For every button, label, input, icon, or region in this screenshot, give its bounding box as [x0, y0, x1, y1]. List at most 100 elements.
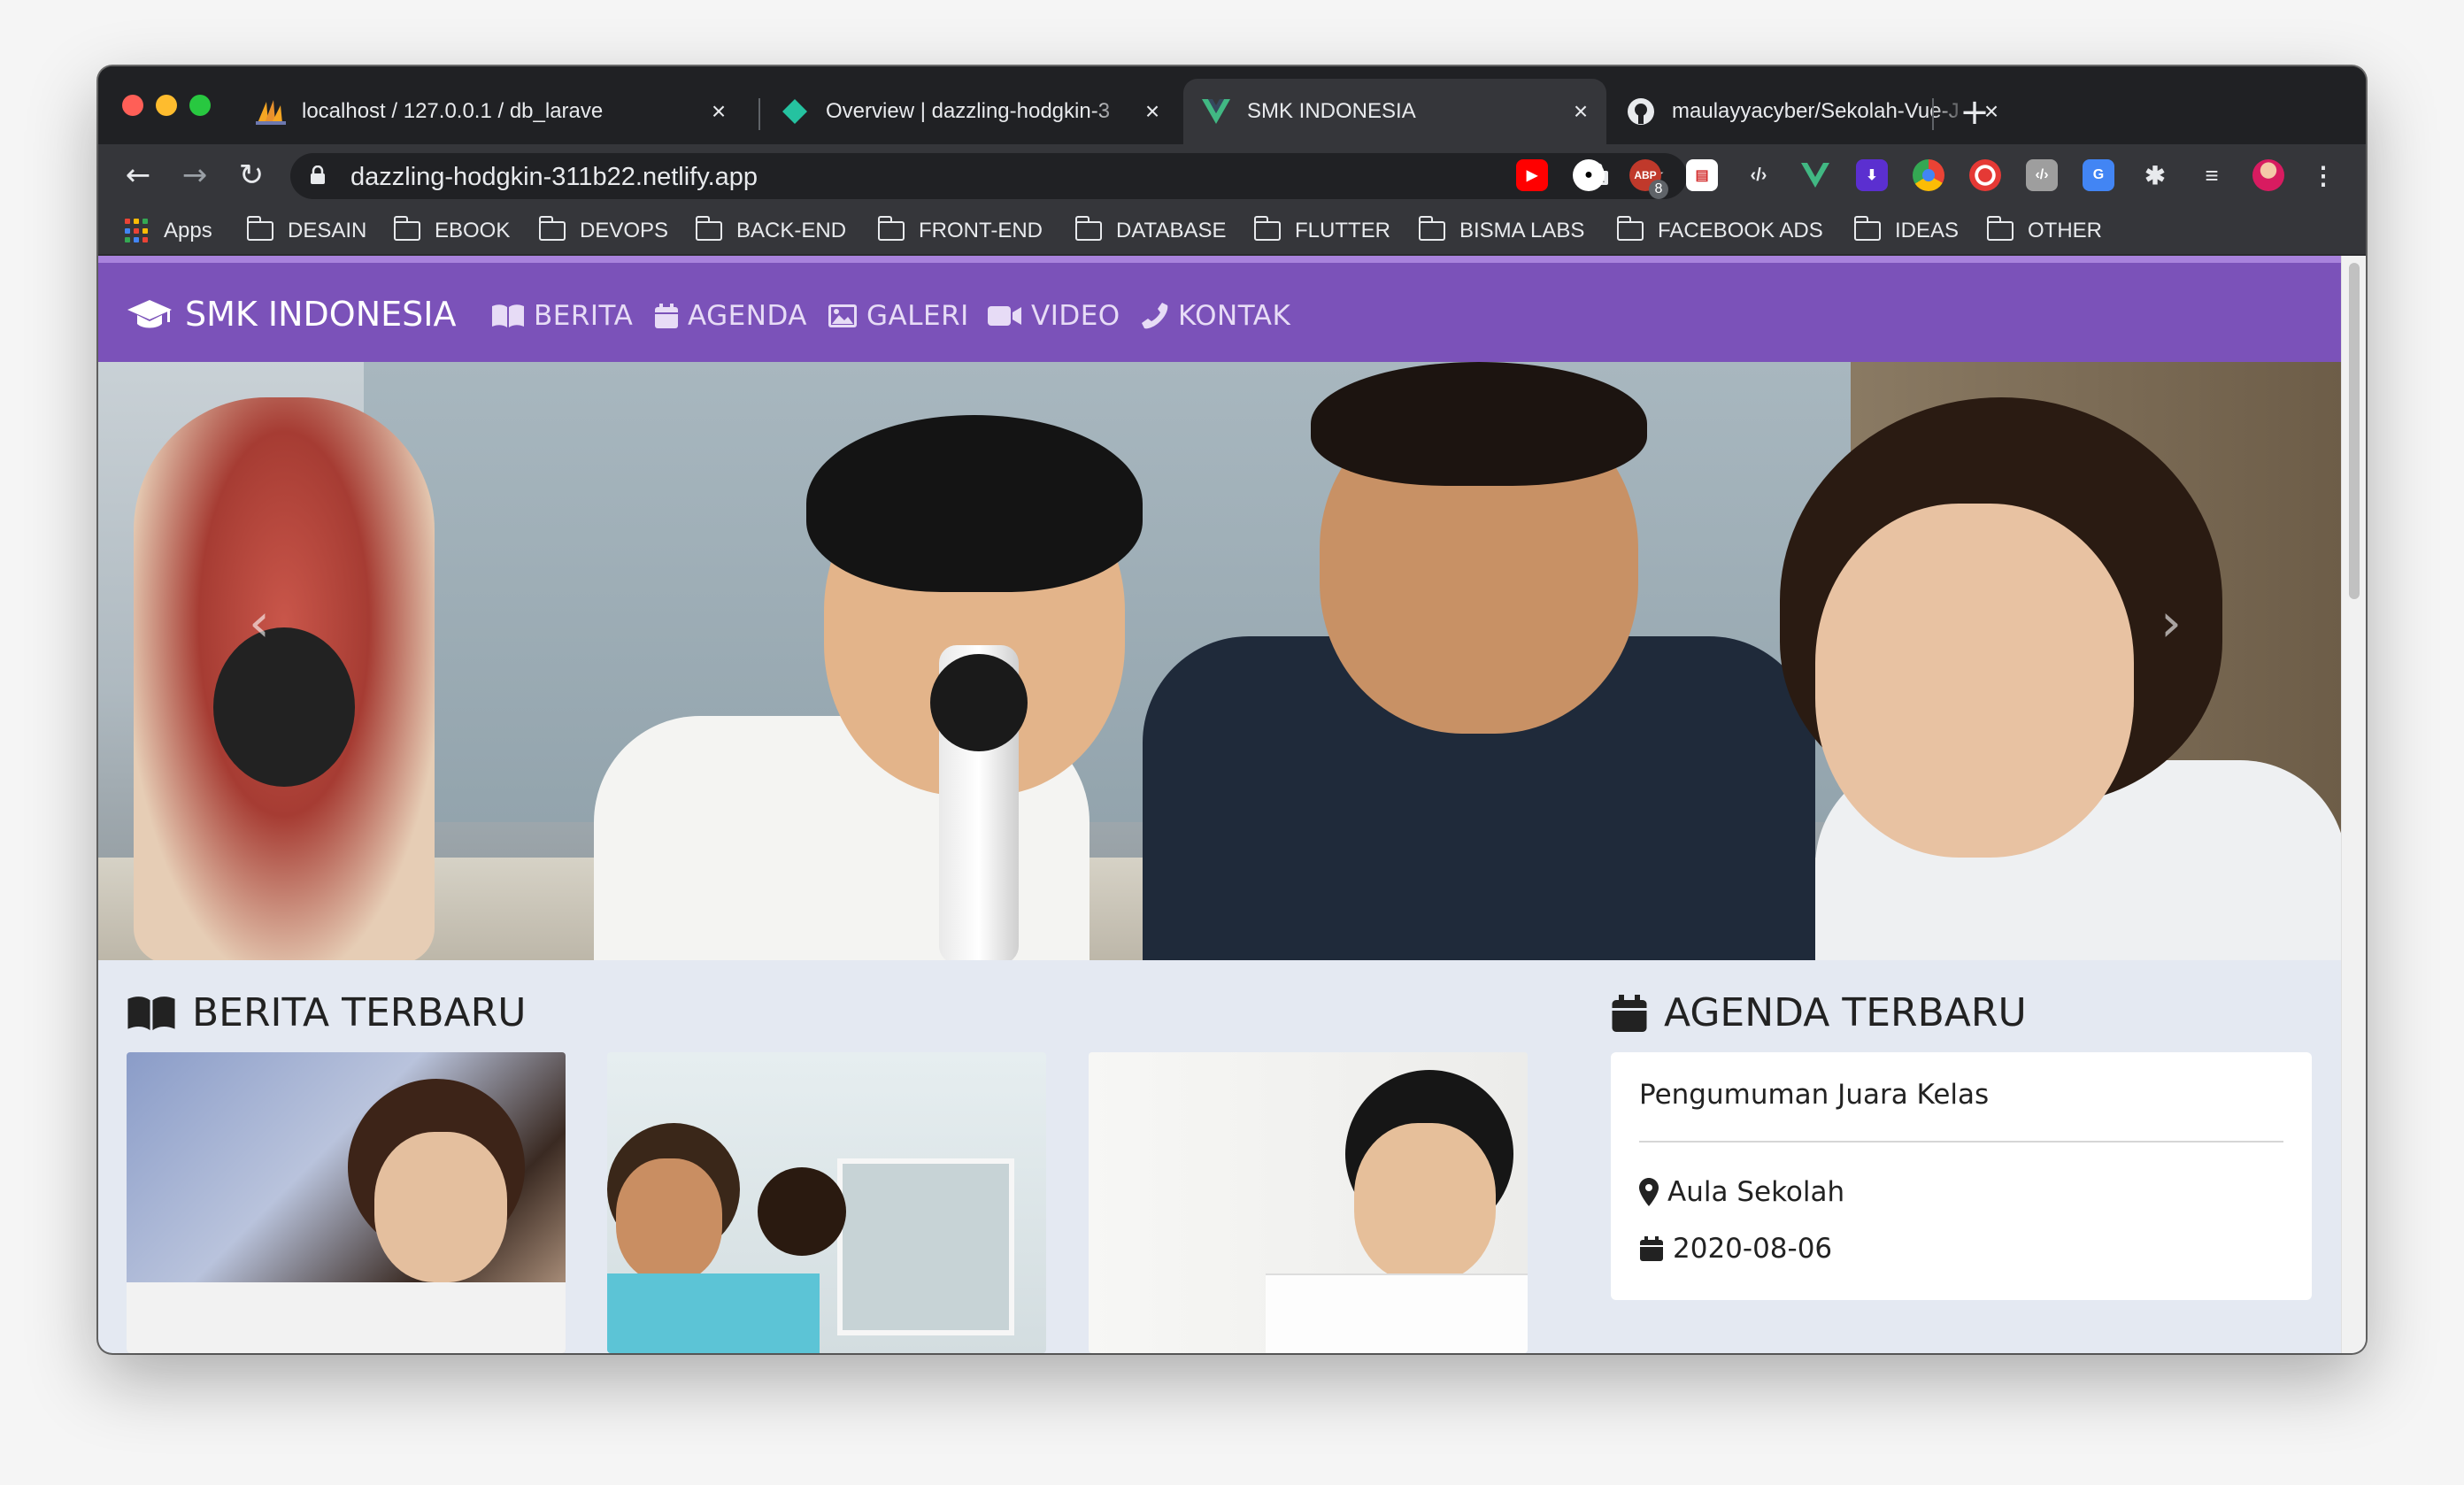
- target-extension-icon[interactable]: [1969, 159, 2001, 191]
- anatomy-model-image: [213, 627, 355, 787]
- bookmark-label: FRONT-END: [919, 219, 1043, 242]
- back-button[interactable]: ←: [119, 157, 157, 194]
- folder-icon: [1418, 216, 1445, 241]
- close-tab-icon[interactable]: ×: [705, 98, 732, 125]
- bookmark-folder-ideas[interactable]: IDEAS: [1853, 213, 1960, 249]
- apps-grid-icon: [125, 219, 150, 243]
- brand-text: SMK INDONESIA: [185, 295, 457, 334]
- bookmark-label: EBOOK: [435, 219, 511, 242]
- site-brand[interactable]: SMK INDONESIA: [127, 295, 456, 334]
- bookmark-folder-back-end[interactable]: BACK-END: [695, 213, 847, 249]
- bookmark-label: DESAIN: [288, 219, 367, 242]
- html-extension-icon[interactable]: ‹/›: [2026, 159, 2058, 191]
- google-translate-extension-icon[interactable]: G: [2083, 159, 2114, 191]
- page-scrollbar[interactable]: [2341, 256, 2366, 1353]
- student-image: [1815, 504, 2134, 858]
- maximize-window-button[interactable]: [189, 95, 211, 116]
- folder-icon: [393, 216, 420, 241]
- adblock-label: ABP: [1634, 169, 1657, 181]
- nav-agenda[interactable]: AGENDA: [654, 300, 807, 332]
- tab-smk-indonesia[interactable]: SMK INDONESIA ×: [1183, 79, 1606, 144]
- reload-button[interactable]: ↻: [233, 157, 270, 194]
- bookmark-folder-database[interactable]: DATABASE: [1074, 213, 1227, 249]
- bookmark-label: BISMA LABS: [1459, 219, 1585, 242]
- bookmark-folder-flutter[interactable]: FLUTTER: [1253, 213, 1390, 249]
- agenda-date-text: 2020-08-06: [1673, 1233, 1833, 1265]
- bookmark-label: DATABASE: [1116, 219, 1227, 242]
- tab-netlify[interactable]: Overview | dazzling-hodgkin-3 ×: [771, 79, 1178, 144]
- book-open-icon: [127, 995, 176, 1032]
- agenda-date: 2020-08-06: [1639, 1233, 1832, 1265]
- puzzle-extensions-icon[interactable]: ✱: [2139, 159, 2171, 191]
- extension-icon[interactable]: ●: [1573, 159, 1605, 191]
- bookmark-label: OTHER: [2028, 219, 2102, 242]
- forward-button[interactable]: →: [176, 157, 213, 194]
- minimize-window-button[interactable]: [156, 95, 177, 116]
- bookmark-folder-front-end[interactable]: FRONT-END: [877, 213, 1043, 249]
- tab-separator: [1932, 98, 1934, 130]
- nav-kontak[interactable]: KONTAK: [1141, 300, 1290, 332]
- folder-icon: [246, 216, 273, 241]
- agenda-section-heading: AGENDA TERBARU: [1611, 990, 2027, 1035]
- nav-berita[interactable]: BERITA: [491, 300, 633, 332]
- bookmark-folder-other[interactable]: OTHER: [1986, 213, 2102, 249]
- news-card[interactable]: [607, 1052, 1046, 1353]
- map-marker-icon: [1639, 1178, 1659, 1206]
- scrollbar-thumb[interactable]: [2349, 263, 2360, 599]
- news-card[interactable]: [1089, 1052, 1528, 1353]
- news-image: [127, 1282, 566, 1353]
- bookmark-label: Apps: [164, 219, 212, 242]
- agenda-card[interactable]: Pengumuman Juara Kelas Aula Sekolah 2020…: [1611, 1052, 2312, 1300]
- profile-avatar[interactable]: [2252, 159, 2284, 191]
- image-icon: [828, 304, 858, 328]
- bookmark-folder-facebook-ads[interactable]: FACEBOOK ADS: [1616, 213, 1823, 249]
- bookmark-apps[interactable]: Apps: [125, 213, 212, 249]
- graduation-cap-icon: [127, 300, 172, 328]
- news-image: [1354, 1123, 1496, 1282]
- bookmark-folder-bisma-labs[interactable]: BISMA LABS: [1418, 213, 1585, 249]
- nav-label: GALERI: [866, 300, 969, 332]
- close-tab-icon[interactable]: ×: [1139, 98, 1166, 125]
- youtube-extension-icon[interactable]: ▶: [1516, 159, 1548, 191]
- agenda-title: Pengumuman Juara Kelas: [1639, 1079, 1990, 1111]
- nav-galeri[interactable]: GALERI: [828, 300, 969, 332]
- folder-icon: [1853, 216, 1881, 241]
- extension-badge: 8: [1649, 180, 1668, 199]
- news-card[interactable]: [127, 1052, 566, 1353]
- carousel-prev-icon[interactable]: ‹: [249, 592, 270, 654]
- menu-kebab-icon[interactable]: ⋮: [2307, 159, 2339, 191]
- phpmyadmin-icon: [256, 96, 286, 127]
- pdf-extension-icon[interactable]: ▤: [1686, 159, 1718, 191]
- folder-icon: [1074, 216, 1102, 241]
- news-image: [374, 1132, 507, 1282]
- bookmark-folder-desain[interactable]: DESAIN: [246, 213, 367, 249]
- student-image: [1311, 362, 1647, 486]
- vue-devtools-icon[interactable]: [1799, 159, 1831, 191]
- media-control-icon[interactable]: ≡: [2196, 159, 2228, 191]
- chrome-extension-icon[interactable]: [1913, 159, 1944, 191]
- folder-icon: [1986, 216, 2014, 241]
- page-viewport: SMK INDONESIA BERITA AGENDA GALERI VIDEO…: [98, 256, 2366, 1353]
- close-tab-icon[interactable]: ×: [1567, 98, 1594, 125]
- tab-separator: [758, 98, 760, 130]
- agenda-location-text: Aula Sekolah: [1667, 1176, 1845, 1208]
- nav-label: VIDEO: [1031, 300, 1120, 332]
- close-window-button[interactable]: [122, 95, 143, 116]
- nav-video[interactable]: VIDEO: [987, 300, 1120, 332]
- bookmark-label: BACK-END: [736, 219, 847, 242]
- bookmark-folder-ebook[interactable]: EBOOK: [393, 213, 511, 249]
- news-image: [607, 1273, 820, 1353]
- tab-phpmyadmin[interactable]: localhost / 127.0.0.1 / db_larave ×: [240, 79, 744, 144]
- bookmark-folder-devops[interactable]: DEVOPS: [538, 213, 668, 249]
- carousel-next-icon[interactable]: ›: [2160, 592, 2182, 654]
- address-bar[interactable]: dazzling-hodgkin-311b22.netlify.app A ☆: [290, 153, 1687, 199]
- folder-icon: [695, 216, 722, 241]
- nav-label: BERITA: [534, 300, 634, 332]
- download-extension-icon[interactable]: ⬇: [1856, 159, 1888, 191]
- new-tab-button[interactable]: +: [1955, 93, 1994, 132]
- code-extension-icon[interactable]: ‹/›: [1743, 159, 1775, 191]
- phone-icon: [1141, 302, 1169, 330]
- news-image: [837, 1158, 1014, 1335]
- folder-icon: [1616, 216, 1644, 241]
- bookmark-label: IDEAS: [1895, 219, 1960, 242]
